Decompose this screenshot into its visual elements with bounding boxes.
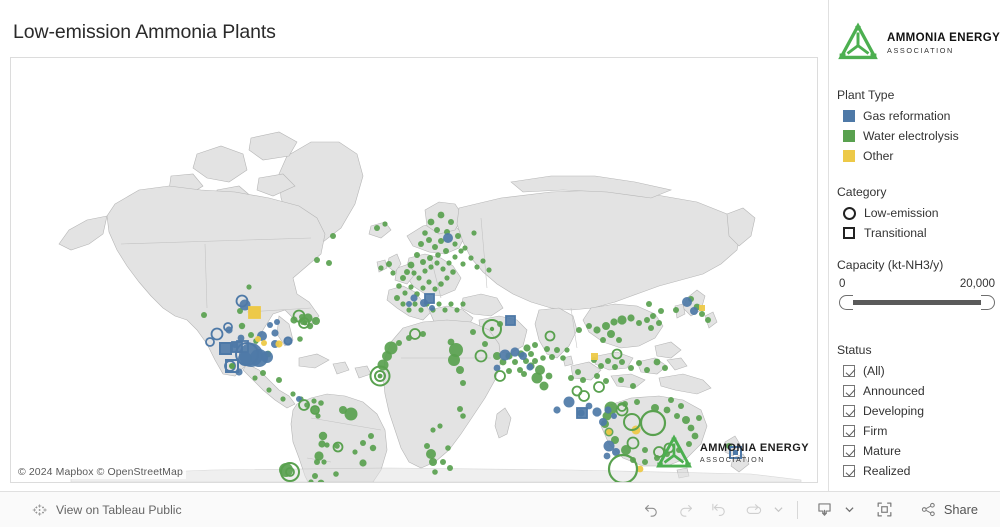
fullscreen-icon bbox=[877, 502, 892, 517]
share-icon bbox=[921, 502, 935, 517]
legend-item-transitional[interactable]: Transitional bbox=[837, 223, 997, 243]
revert-button[interactable] bbox=[703, 495, 737, 525]
tableau-link-label: View on Tableau Public bbox=[56, 502, 182, 517]
checkbox-realized[interactable] bbox=[843, 465, 855, 477]
legend-item-other[interactable]: Other bbox=[837, 146, 997, 166]
status-label-mature: Mature bbox=[863, 444, 901, 458]
legend-item-low-emission[interactable]: Low-emission bbox=[837, 203, 997, 223]
refresh-button[interactable] bbox=[737, 495, 771, 525]
status-label-announced: Announced bbox=[863, 384, 925, 398]
download-icon bbox=[818, 503, 831, 516]
map-viz-area: Low-emission Ammonia Plants .land { fill… bbox=[0, 0, 828, 491]
chevron-down-icon bbox=[774, 507, 783, 513]
aea-brand-logo: AMMONIA ENERGY ASSOCIATION bbox=[837, 22, 1000, 64]
map-canvas[interactable]: .land { fill:#e3e3e3; stroke:#b6b6b6; st… bbox=[11, 58, 817, 482]
aea-logo-icon bbox=[655, 434, 692, 468]
toolbar-actions: Share bbox=[635, 495, 986, 525]
refresh-dropdown-caret[interactable] bbox=[771, 495, 787, 525]
status-filter: Status (All) Announced Developing Firm M… bbox=[837, 343, 997, 481]
watermark-title: AMMONIA ENERGY bbox=[699, 441, 809, 454]
tableau-dashboard: Low-emission Ammonia Plants .land { fill… bbox=[0, 0, 1000, 527]
color-swatch-other bbox=[843, 150, 855, 162]
checkbox-all[interactable] bbox=[843, 365, 855, 377]
status-item-mature[interactable]: Mature bbox=[837, 441, 997, 461]
page-title: Low-emission Ammonia Plants bbox=[13, 21, 276, 43]
status-label-developing: Developing bbox=[863, 404, 924, 418]
redo-icon bbox=[680, 504, 693, 517]
aea-logo-icon bbox=[838, 22, 878, 60]
checkbox-announced[interactable] bbox=[843, 385, 855, 397]
status-item-realized[interactable]: Realized bbox=[837, 461, 997, 481]
status-label-all: (All) bbox=[863, 364, 885, 378]
logo-title: AMMONIA ENERGY bbox=[887, 31, 1000, 44]
color-swatch-water-electrolysis bbox=[843, 130, 855, 142]
status-item-firm[interactable]: Firm bbox=[837, 421, 997, 441]
capacity-slider[interactable] bbox=[837, 294, 997, 312]
legend-label-other: Other bbox=[863, 149, 894, 163]
checkbox-firm[interactable] bbox=[843, 425, 855, 437]
slider-track[interactable] bbox=[845, 300, 989, 305]
capacity-filter: Capacity (kt-NH3/y) 0 20,000 bbox=[837, 258, 997, 312]
redo-button[interactable] bbox=[669, 495, 703, 525]
download-button[interactable] bbox=[808, 495, 842, 525]
status-item-developing[interactable]: Developing bbox=[837, 401, 997, 421]
checkbox-mature[interactable] bbox=[843, 445, 855, 457]
capacity-min-label: 0 bbox=[839, 278, 846, 290]
refresh-icon bbox=[747, 504, 762, 515]
dashboard-body: Low-emission Ammonia Plants .land { fill… bbox=[0, 0, 1000, 491]
share-button[interactable]: Share bbox=[914, 495, 986, 525]
legend-category: Category Low-emission Transitional bbox=[837, 185, 997, 243]
revert-icon bbox=[712, 503, 726, 516]
share-label: Share bbox=[943, 502, 978, 517]
map-frame[interactable]: .land { fill:#e3e3e3; stroke:#b6b6b6; st… bbox=[10, 57, 818, 483]
checkbox-developing[interactable] bbox=[843, 405, 855, 417]
tableau-logo-icon bbox=[32, 503, 47, 516]
slider-handle-min[interactable] bbox=[839, 295, 853, 310]
legend-item-gas-reformation[interactable]: Gas reformation bbox=[837, 106, 997, 126]
legend-label-low-emission: Low-emission bbox=[864, 206, 939, 220]
download-dropdown-caret[interactable] bbox=[842, 495, 858, 525]
capacity-tick-labels: 0 20,000 bbox=[837, 278, 997, 290]
color-swatch-gas-reformation bbox=[843, 110, 855, 122]
status-item-all[interactable]: (All) bbox=[837, 361, 997, 381]
legend-item-water-electrolysis[interactable]: Water electrolysis bbox=[837, 126, 997, 146]
fullscreen-button[interactable] bbox=[868, 495, 902, 525]
status-heading: Status bbox=[837, 343, 872, 357]
legend-label-transitional: Transitional bbox=[864, 226, 927, 240]
legend-label-gas-reformation: Gas reformation bbox=[863, 109, 951, 123]
logo-subtitle: ASSOCIATION bbox=[887, 45, 954, 55]
undo-icon bbox=[645, 504, 658, 517]
legend-plant-type-heading: Plant Type bbox=[837, 88, 895, 102]
slider-handle-max[interactable] bbox=[981, 295, 995, 310]
square-marker-icon bbox=[843, 227, 855, 239]
legend-label-water-electrolysis: Water electrolysis bbox=[863, 129, 959, 143]
status-label-firm: Firm bbox=[863, 424, 888, 438]
toolbar-divider bbox=[796, 500, 798, 519]
chevron-down-icon bbox=[845, 507, 854, 513]
capacity-heading: Capacity (kt-NH3/y) bbox=[837, 258, 944, 272]
capacity-max-label: 20,000 bbox=[959, 278, 995, 290]
bottom-toolbar: View on Tableau Public Share bbox=[0, 491, 1000, 527]
undo-button[interactable] bbox=[635, 495, 669, 525]
legend-category-heading: Category bbox=[837, 185, 887, 199]
watermark-subtitle: ASSOCIATION bbox=[699, 454, 765, 464]
map-watermark: AMMONIA ENERGY ASSOCIATION bbox=[655, 434, 809, 472]
view-on-tableau-public-link[interactable]: View on Tableau Public bbox=[32, 502, 182, 518]
status-label-realized: Realized bbox=[863, 464, 911, 478]
map-attribution: © 2024 Mapbox © OpenStreetMap bbox=[15, 465, 186, 479]
world-map-svg: .land { fill:#e3e3e3; stroke:#b6b6b6; st… bbox=[11, 58, 817, 482]
circle-marker-icon bbox=[843, 206, 856, 220]
legend-panel: AMMONIA ENERGY ASSOCIATION Plant Type Ga… bbox=[828, 0, 1000, 491]
legend-plant-type: Plant Type Gas reformation Water electro… bbox=[837, 88, 997, 166]
status-item-announced[interactable]: Announced bbox=[837, 381, 997, 401]
